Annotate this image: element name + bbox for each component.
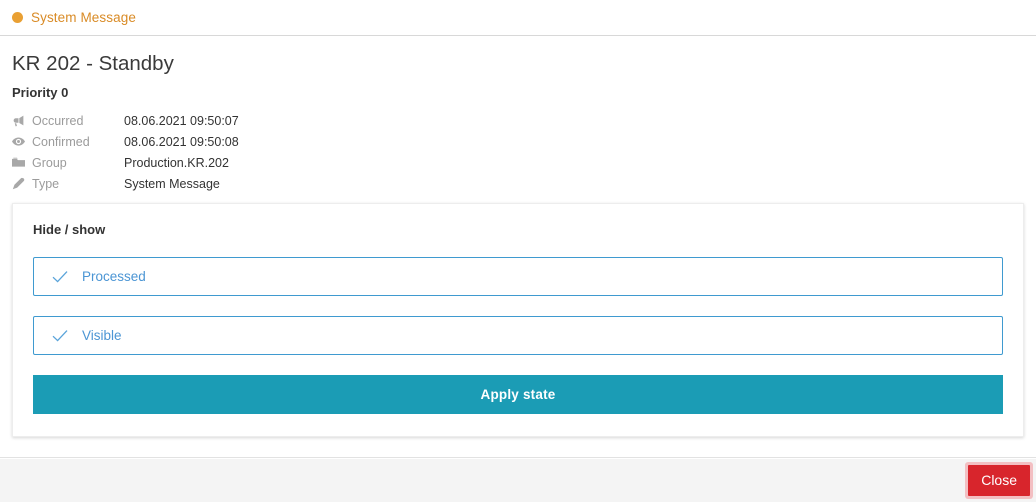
option-visible[interactable]: Visible <box>33 316 1003 355</box>
table-row: Group Production.KR.202 <box>12 152 239 173</box>
option-label-processed: Processed <box>82 269 146 284</box>
table-row: Confirmed 08.06.2021 09:50:08 <box>12 131 239 152</box>
priority-label: Priority 0 <box>12 85 69 100</box>
option-label-visible: Visible <box>82 328 122 343</box>
folder-icon <box>12 152 32 173</box>
megaphone-icon <box>12 110 32 131</box>
meta-value-group: Production.KR.202 <box>124 155 229 170</box>
dialog-header-title: System Message <box>31 10 136 25</box>
message-state: Standby <box>98 52 174 75</box>
message-name: KR 202 <box>12 52 81 75</box>
status-dot-icon <box>12 12 23 23</box>
meta-label-occurred: Occurred <box>32 113 84 128</box>
meta-value-confirmed: 08.06.2021 09:50:08 <box>124 134 239 149</box>
option-processed[interactable]: Processed <box>33 257 1003 296</box>
check-icon <box>50 267 70 287</box>
page-title: KR 202 - Standby <box>12 51 1036 77</box>
meta-value-occurred: 08.06.2021 09:50:07 <box>124 113 239 128</box>
message-meta-table: Occurred 08.06.2021 09:50:07 Confirmed 0… <box>12 110 239 194</box>
meta-label-group: Group <box>32 155 67 170</box>
dialog-footer: Close <box>0 457 1036 502</box>
message-title-row: KR 202 - Standby <box>0 37 1036 77</box>
dialog-body: KR 202 - Standby Priority 0 Occurred 08.… <box>0 37 1036 457</box>
meta-label-type: Type <box>32 176 60 191</box>
dialog-header: System Message <box>0 0 1036 36</box>
check-icon <box>50 326 70 346</box>
card-heading: Hide / show <box>33 222 106 237</box>
table-row: Occurred 08.06.2021 09:50:07 <box>12 110 239 131</box>
apply-state-button[interactable]: Apply state <box>33 375 1003 414</box>
title-separator: - <box>80 52 99 75</box>
eye-icon <box>12 131 32 152</box>
close-button[interactable]: Close <box>968 464 1030 496</box>
tag-icon <box>12 173 32 194</box>
meta-value-type: System Message <box>124 176 220 191</box>
table-row: Type System Message <box>12 173 239 194</box>
meta-label-confirmed: Confirmed <box>32 134 90 149</box>
hide-show-card: Hide / show Processed Visible Apply stat… <box>12 203 1024 437</box>
